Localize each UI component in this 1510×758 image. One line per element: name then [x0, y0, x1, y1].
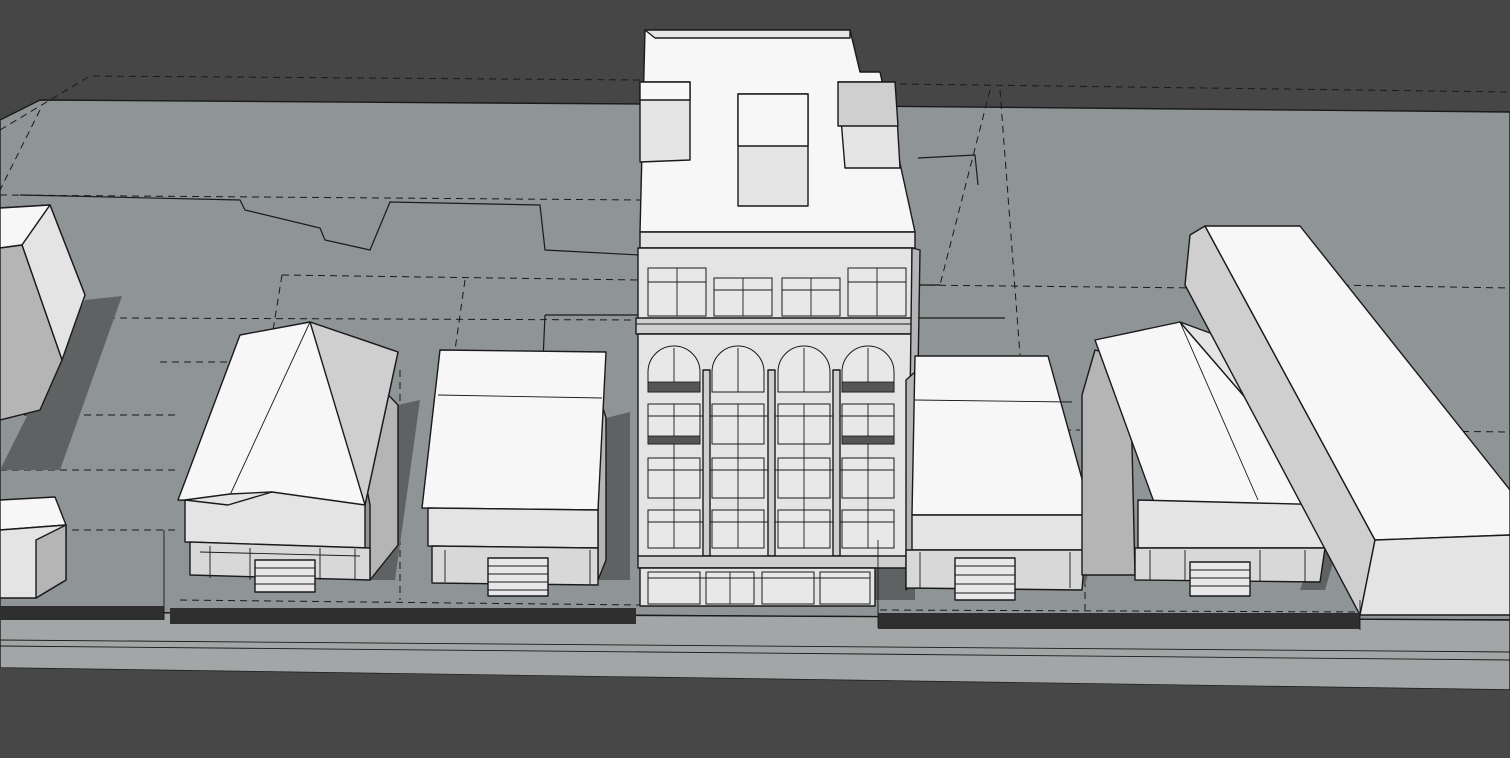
- massing-model-scene: [0, 0, 1510, 758]
- small-left-building: [0, 496, 67, 599]
- main-mixed-use-building: [635, 29, 921, 607]
- flat-house-left: [421, 349, 607, 597]
